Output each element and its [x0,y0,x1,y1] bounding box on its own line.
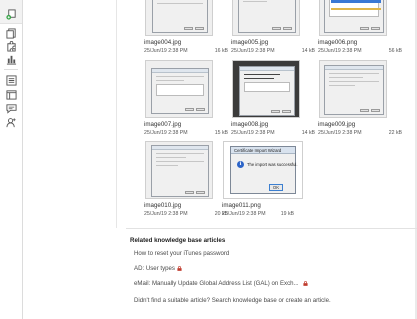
article-link[interactable]: eMail: Manually Update Global Address Li… [134,280,308,287]
attachment-thumbnail[interactable]: image005.jpg 25/Jun/19 2:38 PM 14 kB [231,0,323,54]
image-name[interactable]: image009.jpg [318,121,410,128]
thumbnail-image[interactable] [319,60,387,118]
image-meta: 25/Jun/19 2:38 PM 14 kB [231,48,315,54]
image-date: 25/Jun/19 2:38 PM [144,211,188,217]
image-date: 25/Jun/19 2:38 PM [318,48,362,54]
article-title[interactable]: AD: User types [134,265,175,272]
attachment-thumbnail[interactable]: Certificate Import Wizard i The import w… [222,141,314,217]
thumbnail-image[interactable] [232,0,300,36]
image-size: 19 kB [280,211,294,217]
screenshot-dialog [324,65,384,115]
screenshot-dialog [239,66,295,116]
image-size: 22 kB [388,130,402,136]
image-meta: 25/Jun/19 2:38 PM 15 kB [144,130,228,136]
thumbnail-image[interactable] [319,0,387,36]
attachment-thumbnail[interactable]: image008.jpg 25/Jun/19 2:38 PM 14 kB [231,60,323,136]
dialog-title: Certificate Import Wizard [231,147,295,154]
add-badge-icon[interactable] [5,8,17,20]
sidebar [0,0,23,319]
dialog-message: The import was successful. [247,162,298,167]
image-size: 14 kB [301,48,315,54]
image-name[interactable]: image011.png [222,202,314,209]
image-size: 15 kB [214,130,228,136]
screenshot-dialog [152,0,208,33]
chat-icon[interactable] [5,102,17,114]
article-title[interactable]: eMail: Manually Update Global Address Li… [134,280,299,287]
image-size: 56 kB [388,48,402,54]
lock-icon [303,281,308,286]
documents-icon[interactable] [5,27,17,39]
article-link[interactable]: AD: User types [134,265,182,272]
image-name[interactable]: image005.jpg [231,39,323,46]
thumbnail-image[interactable] [145,141,213,199]
main-content: image004.jpg 25/Jun/19 2:38 PM 16 kB imag… [24,0,417,319]
article-link[interactable]: How to reset your iTunes password [134,250,229,257]
image-date: 25/Jun/19 2:38 PM [222,211,266,217]
divider [116,0,117,228]
image-date: 25/Jun/19 2:38 PM [144,48,188,54]
image-meta: 25/Jun/19 2:38 PM 19 kB [222,211,294,217]
article-title[interactable]: How to reset your iTunes password [134,250,229,257]
thumbnail-image[interactable]: Certificate Import Wizard i The import w… [223,141,303,199]
thumbnail-image[interactable] [145,0,213,36]
puzzle-icon[interactable] [5,40,17,52]
pages-icon[interactable] [5,88,17,100]
image-meta: 25/Jun/19 2:38 PM 22 kB [318,130,402,136]
info-icon: i [237,161,244,168]
image-name[interactable]: image004.jpg [144,39,236,46]
image-size: 16 kB [214,48,228,54]
attachment-thumbnail[interactable]: image007.jpg 25/Jun/19 2:38 PM 15 kB [144,60,236,136]
section-divider [126,228,417,229]
image-size: 14 kB [301,130,315,136]
ok-button: OK [269,184,283,191]
sidebar-separator [4,69,18,70]
list-icon[interactable] [5,74,17,86]
create-article-link[interactable]: create an article. [286,297,331,304]
image-name[interactable]: image006.png [318,39,410,46]
screenshot-dialog [324,0,384,33]
screenshot-dialog [151,145,209,197]
bar-chart-icon[interactable] [5,53,17,65]
image-meta: 25/Jun/19 2:38 PM 16 kB [144,48,228,54]
attachment-thumbnail[interactable]: image009.jpg 25/Jun/19 2:38 PM 22 kB [318,60,410,136]
related-heading: Related knowledge base articles [130,237,226,244]
suggest-prefix: Didn't find a suitable article? [134,297,211,304]
wizard-dialog: Certificate Import Wizard i The import w… [230,146,298,194]
image-meta: 25/Jun/19 2:38 PM 20 kB [144,211,228,217]
image-date: 25/Jun/19 2:38 PM [231,130,275,136]
lock-icon [177,266,182,271]
image-date: 25/Jun/19 2:38 PM [318,130,362,136]
image-date: 25/Jun/19 2:38 PM [231,48,275,54]
suggestion-text: Didn't find a suitable article? Search k… [134,297,331,304]
search-knowledge-base-link[interactable]: Search knowledge base [212,297,277,304]
attachment-thumbnail[interactable]: image004.jpg 25/Jun/19 2:38 PM 16 kB [144,0,236,54]
user-add-icon[interactable] [5,116,17,128]
or-text: or [278,297,284,304]
image-name[interactable]: image008.jpg [231,121,323,128]
image-name[interactable]: image007.jpg [144,121,236,128]
image-meta: 25/Jun/19 2:38 PM 14 kB [231,130,315,136]
attachment-thumbnail[interactable]: image006.png 25/Jun/19 2:38 PM 56 kB [318,0,410,54]
thumbnail-image[interactable] [232,60,300,118]
image-date: 25/Jun/19 2:38 PM [144,130,188,136]
image-meta: 25/Jun/19 2:38 PM 56 kB [318,48,402,54]
screenshot-dialog [151,68,209,114]
thumbnail-image[interactable] [145,60,213,118]
screenshot-dialog [238,0,296,33]
